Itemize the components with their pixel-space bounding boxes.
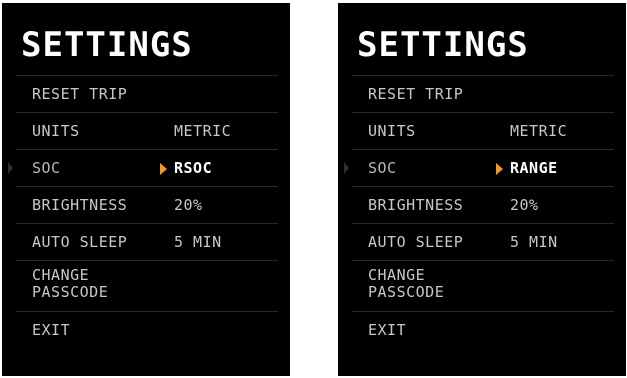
settings-screen-right: SETTINGS RESET TRIP UNITS METRIC SOC RAN… xyxy=(338,3,626,376)
settings-screen-left: SETTINGS RESET TRIP UNITS METRIC SOC RSO… xyxy=(2,3,290,376)
menu-item-label: CHANGE PASSCODE xyxy=(32,266,109,301)
menu-item-brightness[interactable]: BRIGHTNESS 20% xyxy=(16,187,278,224)
menu-item-value: RSOC xyxy=(174,159,213,177)
menu-item-label: EXIT xyxy=(32,321,71,339)
page-title: SETTINGS xyxy=(357,25,529,65)
menu-item-value: METRIC xyxy=(510,122,568,140)
play-arrow-icon xyxy=(160,163,167,175)
menu-item-reset-trip[interactable]: RESET TRIP xyxy=(16,76,278,113)
menu-item-exit[interactable]: EXIT xyxy=(352,312,614,348)
menu-item-value: 5 MIN xyxy=(510,233,558,251)
menu-item-value: RANGE xyxy=(510,159,558,177)
menu-item-label: BRIGHTNESS xyxy=(368,196,464,214)
menu-item-label: UNITS xyxy=(32,122,80,140)
menu-item-change-passcode[interactable]: CHANGE PASSCODE xyxy=(352,261,614,312)
menu-item-label: AUTO SLEEP xyxy=(368,233,464,251)
menu-item-label: SOC xyxy=(32,159,61,177)
menu-item-label: UNITS xyxy=(368,122,416,140)
settings-menu: RESET TRIP UNITS METRIC SOC RANGE BRIGHT… xyxy=(338,76,626,348)
menu-item-units[interactable]: UNITS METRIC xyxy=(352,113,614,150)
page-title: SETTINGS xyxy=(21,25,193,65)
menu-item-label: BRIGHTNESS xyxy=(32,196,128,214)
settings-menu: RESET TRIP UNITS METRIC SOC RSOC BRIGHTN… xyxy=(2,76,290,348)
menu-item-label: AUTO SLEEP xyxy=(32,233,128,251)
menu-item-soc[interactable]: SOC RANGE xyxy=(344,150,614,187)
menu-item-value: METRIC xyxy=(174,122,232,140)
selection-cursor-icon xyxy=(344,162,349,174)
menu-item-value: 20% xyxy=(510,196,539,214)
menu-item-exit[interactable]: EXIT xyxy=(16,312,278,348)
selection-cursor-icon xyxy=(8,162,13,174)
play-arrow-icon xyxy=(496,163,503,175)
menu-item-units[interactable]: UNITS METRIC xyxy=(16,113,278,150)
menu-item-change-passcode[interactable]: CHANGE PASSCODE xyxy=(16,261,278,312)
menu-item-soc[interactable]: SOC RSOC xyxy=(8,150,278,187)
menu-item-brightness[interactable]: BRIGHTNESS 20% xyxy=(352,187,614,224)
menu-item-value: 5 MIN xyxy=(174,233,222,251)
menu-item-label: RESET TRIP xyxy=(32,85,128,103)
menu-item-auto-sleep[interactable]: AUTO SLEEP 5 MIN xyxy=(16,224,278,261)
menu-item-auto-sleep[interactable]: AUTO SLEEP 5 MIN xyxy=(352,224,614,261)
menu-item-value: 20% xyxy=(174,196,203,214)
menu-item-label: CHANGE PASSCODE xyxy=(368,266,445,301)
menu-item-label: EXIT xyxy=(368,321,407,339)
menu-item-reset-trip[interactable]: RESET TRIP xyxy=(352,76,614,113)
menu-item-label: SOC xyxy=(368,159,397,177)
menu-item-label: RESET TRIP xyxy=(368,85,464,103)
